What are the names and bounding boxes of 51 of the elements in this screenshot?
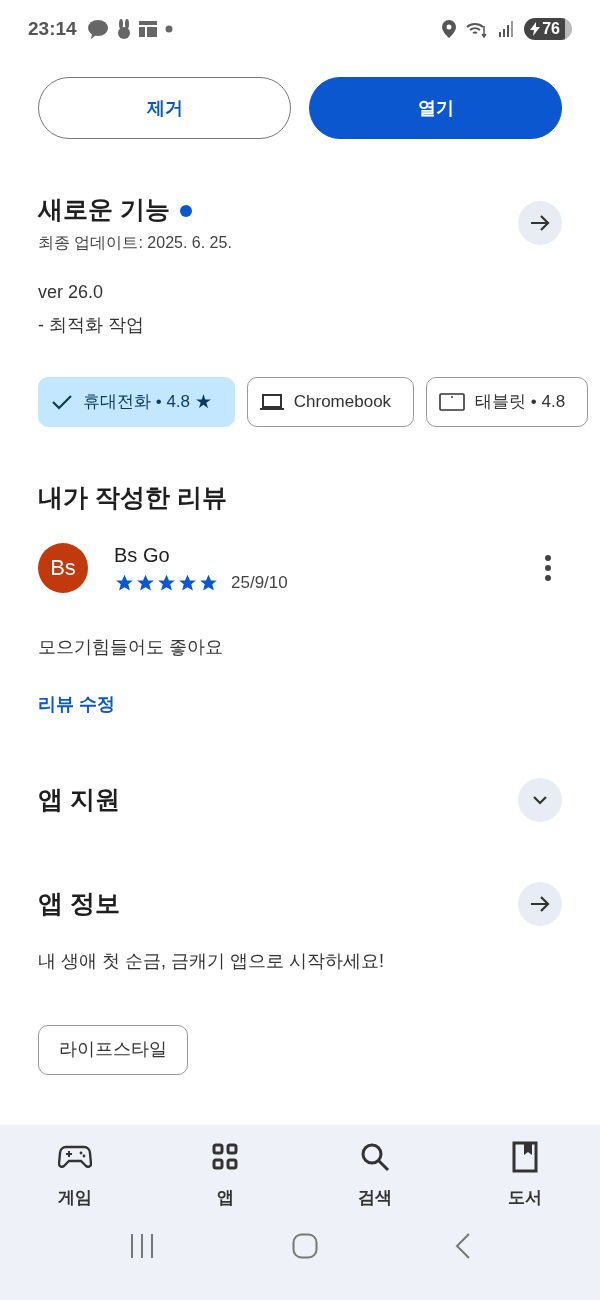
device-chip[interactable]: 태블릿 • 4.8 (426, 376, 589, 427)
user-avatar: Bs (38, 542, 88, 593)
update-date: 최종 업데이트: 2025. 6. 25. (38, 232, 233, 253)
nav-tab[interactable]: 앱 (150, 1139, 300, 1211)
book-icon (512, 1141, 538, 1173)
release-note: - 최적화 작업 (38, 313, 145, 337)
app-description: 내 생애 첫 순금, 금캐기 앱으로 시작하세요! (37, 949, 385, 973)
section-title: 앱 지원 (38, 783, 121, 815)
location-pin-icon (442, 20, 457, 38)
home-icon (292, 1232, 318, 1259)
review-text: 모으기힘들어도 좋아요 (37, 635, 224, 659)
section-title: 새로운 기능 (38, 194, 170, 225)
device-chip[interactable]: 휴대전화 • 4.8 ★ (38, 376, 235, 427)
rabbit-icon (116, 19, 131, 39)
reviewer-name: Bs Go (114, 543, 171, 568)
status-time: 23:14 (28, 16, 77, 41)
section-title: 내가 작성한 리뷰 (37, 481, 228, 513)
bolt-icon (530, 22, 541, 36)
apps-grid-icon (212, 1143, 238, 1171)
uninstall-button[interactable]: 제거 (38, 77, 291, 139)
search-icon (360, 1142, 390, 1172)
star-icon (135, 572, 156, 593)
star-icon (177, 572, 198, 593)
nav-tab[interactable]: 도서 (450, 1139, 600, 1211)
edit-review-link[interactable]: 리뷰 수정 (38, 690, 115, 718)
release-note: ver 26.0 (38, 280, 105, 304)
check-icon (51, 392, 73, 411)
signal-icon (498, 21, 515, 37)
tablet-icon (439, 392, 466, 411)
battery-percent: 76 (542, 19, 560, 39)
grid-app-icon (138, 21, 157, 37)
star-icon (198, 572, 219, 593)
device-chip[interactable]: Chromebook (246, 376, 415, 427)
more-options-icon (544, 554, 552, 581)
gamepad-icon (58, 1144, 92, 1170)
open-button[interactable]: 열기 (309, 77, 562, 139)
nav-tab[interactable]: 게임 (0, 1139, 150, 1211)
nav-tab[interactable]: 검색 (300, 1139, 450, 1211)
laptop-icon (259, 392, 284, 411)
wifi-icon (466, 20, 489, 38)
star-icon (156, 572, 177, 593)
recent-apps-icon (128, 1233, 155, 1258)
dot-icon (164, 25, 173, 33)
section-title: 앱 정보 (38, 887, 121, 919)
star-icon (114, 572, 135, 593)
arrow-button[interactable] (518, 200, 562, 245)
category-chip[interactable]: 라이프스타일 (38, 1024, 188, 1075)
review-date: 25/9/10 (231, 572, 288, 594)
chat-bubble-icon (86, 19, 109, 39)
back-icon (455, 1232, 472, 1259)
arrow-button[interactable] (518, 881, 562, 926)
